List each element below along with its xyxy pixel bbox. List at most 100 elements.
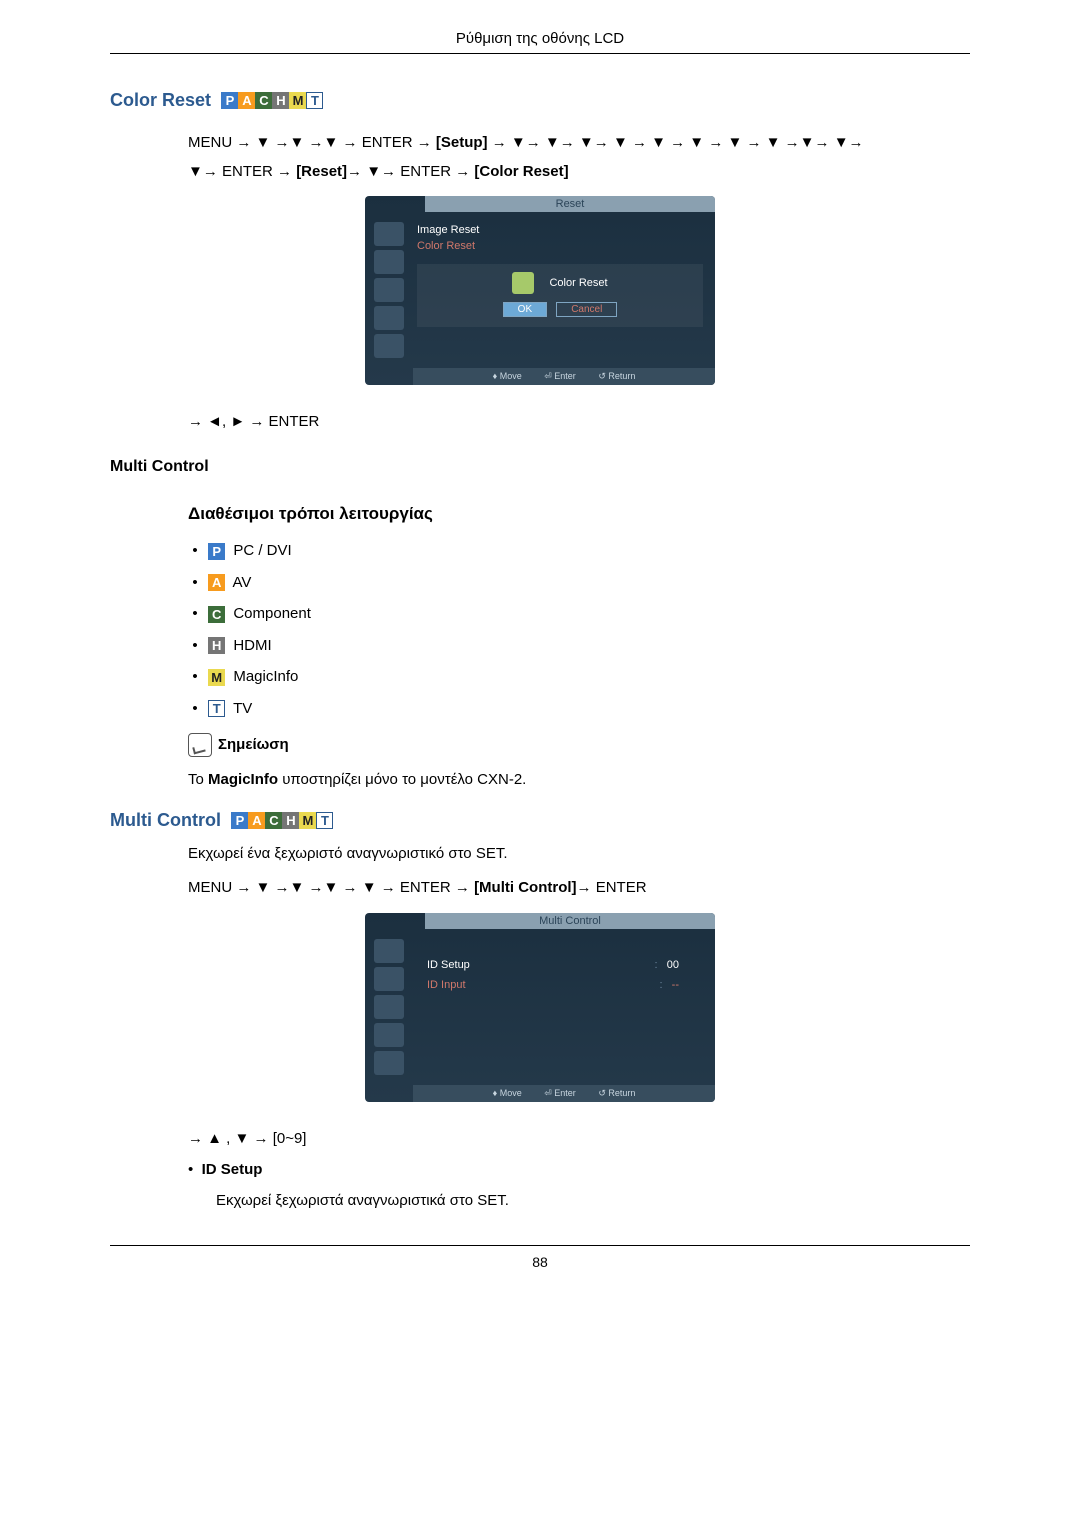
- mode-badge-a-icon: A: [238, 92, 255, 109]
- nav-tag-reset: [Reset]: [296, 163, 347, 180]
- osd-row-value: --: [672, 979, 679, 991]
- mode-badge-m-icon: M: [208, 669, 225, 686]
- osd-cancel-button[interactable]: Cancel: [556, 302, 617, 317]
- osd-row-id-input: ID Input : --: [417, 975, 703, 995]
- color-reset-heading: Color Reset: [110, 90, 211, 111]
- mode-badge-p-icon: P: [221, 92, 238, 109]
- mode-badge-a-icon: A: [248, 812, 265, 829]
- mode-badge-h-icon: H: [208, 637, 225, 654]
- multi-control-bottom-nav: → ▲ , ▼ → [0~9]: [188, 1130, 970, 1147]
- mode-badge-m-icon: M: [289, 92, 306, 109]
- osd-title: Multi Control: [425, 913, 715, 929]
- osd-icon: [374, 1023, 404, 1047]
- color-reset-bottom-nav: → ◄, ► → ENTER: [188, 413, 970, 430]
- mode-badge-a-icon: A: [208, 574, 225, 591]
- id-setup-item: • ID Setup: [188, 1161, 970, 1178]
- osd-confirm-dialog: Color Reset OK Cancel: [417, 264, 703, 327]
- multi-control-nav-steps: MENU → ▼ →▼ →▼ → ▼ → ENTER → [Multi Cont…: [188, 874, 970, 903]
- mode-badge-t-icon: T: [306, 92, 323, 109]
- available-modes-heading: Διαθέσιμοι τρόποι λειτουργίας: [188, 504, 970, 524]
- mode-label: Component: [233, 605, 311, 622]
- nav-text: MENU → ▼ →▼ →▼ → ENTER →: [188, 134, 436, 151]
- note-body-prefix: Το: [188, 771, 208, 788]
- list-item: • P PC / DVI: [188, 542, 970, 560]
- osd-icon: [374, 278, 404, 302]
- note-body-suffix: υποστηρίζει μόνο το μοντέλο CXN-2.: [278, 771, 526, 788]
- nav-text: ▼→ ENTER →: [188, 163, 296, 180]
- color-reset-nav-steps: MENU → ▼ →▼ →▼ → ENTER → [Setup] → ▼→ ▼→…: [188, 129, 970, 186]
- osd-footer: ♦ Move ⏎ Enter ↺ Return: [413, 1085, 715, 1102]
- mode-label: MagicInfo: [233, 668, 298, 685]
- osd-title: Reset: [425, 196, 715, 212]
- list-item: • A AV: [188, 574, 970, 592]
- osd-icon: [374, 939, 404, 963]
- page-number: 88: [110, 1254, 970, 1270]
- nav-text: → ▼→ ENTER →: [347, 163, 474, 180]
- multi-control-heading-2: Multi Control: [110, 810, 221, 831]
- id-setup-label: ID Setup: [202, 1161, 263, 1178]
- osd-content: ID Setup : 00 ID Input : --: [413, 929, 715, 1085]
- mode-badge-m-icon: M: [299, 812, 316, 829]
- list-item: • T TV: [188, 700, 970, 718]
- osd-icon: [374, 1051, 404, 1075]
- nav-text: → ENTER: [577, 879, 647, 896]
- mode-badge-p-icon: P: [231, 812, 248, 829]
- note-label: Σημείωση: [218, 736, 289, 753]
- osd-dialog-title: Color Reset: [549, 277, 607, 289]
- list-item: • C Component: [188, 605, 970, 623]
- mode-label: HDMI: [233, 637, 271, 654]
- osd-icon: [374, 995, 404, 1019]
- osd-footer-move: ♦ Move: [493, 371, 522, 381]
- mode-label: AV: [233, 574, 252, 591]
- osd-item-image-reset: Image Reset: [417, 222, 703, 238]
- list-item: • H HDMI: [188, 637, 970, 655]
- osd-footer-enter: ⏎ Enter: [544, 1088, 576, 1098]
- osd-item-color-reset: Color Reset: [417, 238, 703, 254]
- mode-label: TV: [233, 700, 252, 717]
- mode-badge-c-icon: C: [265, 812, 282, 829]
- osd-row-label: ID Input: [427, 979, 466, 991]
- mode-badge-t-icon: T: [208, 700, 225, 717]
- osd-row-id-setup: ID Setup : 00: [417, 955, 703, 975]
- osd-footer: ♦ Move ⏎ Enter ↺ Return: [413, 368, 715, 385]
- nav-text: → ▼→ ▼→ ▼→ ▼ → ▼ → ▼ → ▼ → ▼ →▼→ ▼→: [488, 134, 864, 151]
- osd-side-icons: [365, 929, 413, 1085]
- osd-icon: [374, 967, 404, 991]
- osd-ok-button[interactable]: OK: [503, 302, 547, 317]
- multi-control-osd: Multi Control ID Setup : 00: [365, 913, 715, 1102]
- mode-badge-c-icon: C: [255, 92, 272, 109]
- note-magicinfo: MagicInfo: [208, 771, 278, 788]
- osd-row-value: 00: [667, 959, 679, 971]
- osd-content: Image Reset Color Reset Color Reset OK C…: [413, 212, 715, 368]
- osd-side-icons: [365, 212, 413, 368]
- osd-footer-move: ♦ Move: [493, 1088, 522, 1098]
- page: Ρύθμιση της οθόνης LCD Color Reset PACHM…: [0, 0, 1080, 1300]
- osd-footer-return: ↺ Return: [598, 1088, 635, 1098]
- info-icon: [512, 272, 534, 294]
- color-reset-section: Color Reset PACHMT MENU → ▼ →▼ →▼ → ENTE…: [110, 54, 970, 430]
- note-icon: [188, 733, 212, 757]
- nav-tag-multi-control: [Multi Control]: [474, 879, 576, 896]
- mode-badge-c-icon: C: [208, 606, 225, 623]
- mode-badge-p-icon: P: [208, 543, 225, 560]
- multi-control-badges: PACHMT: [231, 812, 333, 830]
- mode-badge-t-icon: T: [316, 812, 333, 829]
- id-setup-description: Εκχωρεί ξεχωριστά αναγνωριστικά στο SET.: [216, 1192, 970, 1209]
- mode-badge-h-icon: H: [272, 92, 289, 109]
- osd-icon: [374, 306, 404, 330]
- osd-icon: [374, 222, 404, 246]
- nav-tag-color-reset: [Color Reset]: [474, 163, 568, 180]
- nav-tag-setup: [Setup]: [436, 134, 488, 151]
- note-heading: Σημείωση: [188, 733, 970, 757]
- list-item: • M MagicInfo: [188, 668, 970, 686]
- footer-divider: [110, 1245, 970, 1246]
- osd-row-sep: :: [655, 959, 658, 971]
- modes-list: • P PC / DVI • A AV • C Component • H HD…: [188, 542, 970, 717]
- osd-icon: [374, 250, 404, 274]
- osd-footer-enter: ⏎ Enter: [544, 371, 576, 381]
- color-reset-badges: PACHMT: [221, 92, 323, 110]
- page-header-title: Ρύθμιση της οθόνης LCD: [110, 30, 970, 47]
- osd-footer-return: ↺ Return: [598, 371, 635, 381]
- multi-control-heading: Multi Control: [110, 458, 970, 476]
- osd-icon: [374, 334, 404, 358]
